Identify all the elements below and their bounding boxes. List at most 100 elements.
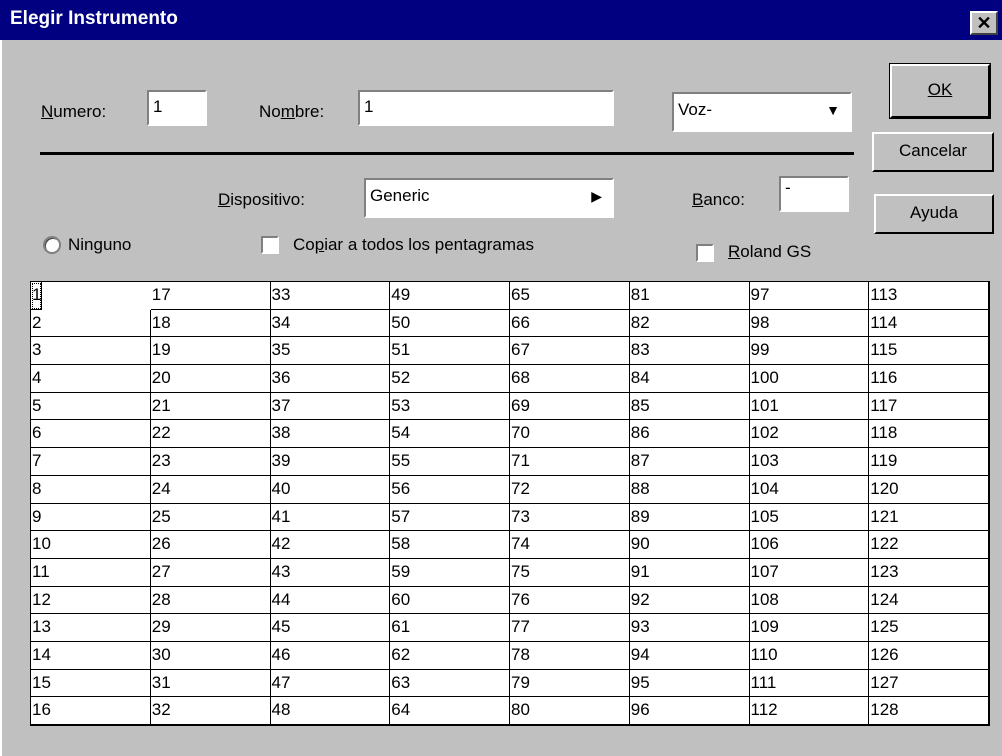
ok-button[interactable]: OK <box>889 63 991 119</box>
instrument-cell[interactable]: 116 <box>869 365 989 393</box>
instrument-cell[interactable]: 126 <box>869 641 989 670</box>
close-button[interactable]: ✕ <box>970 11 998 35</box>
instrument-cell[interactable]: 25 <box>150 503 271 532</box>
banco-input[interactable]: - <box>779 176 849 212</box>
instrument-cell[interactable]: 105 <box>749 503 870 532</box>
instrument-cell[interactable]: 87 <box>629 448 750 476</box>
instrument-cell[interactable]: 99 <box>749 337 870 366</box>
instrument-cell[interactable]: 67 <box>510 337 630 366</box>
instrument-cell[interactable]: 62 <box>390 641 510 670</box>
instrument-cell[interactable]: 11 <box>31 558 151 587</box>
instrument-cell[interactable]: 50 <box>390 309 510 338</box>
roland-checkbox[interactable] <box>696 244 714 262</box>
instrument-cell[interactable]: 6 <box>31 420 151 449</box>
instrument-cell[interactable]: 125 <box>869 614 989 642</box>
instrument-cell[interactable]: 75 <box>510 558 630 587</box>
instrument-cell[interactable]: 33 <box>270 282 391 310</box>
instrument-cell[interactable]: 69 <box>510 392 630 421</box>
instrument-cell[interactable]: 28 <box>150 586 271 615</box>
instrument-cell[interactable]: 43 <box>270 558 391 587</box>
instrument-cell[interactable]: 56 <box>390 475 510 504</box>
instrument-cell[interactable]: 66 <box>510 309 630 338</box>
instrument-cell[interactable]: 53 <box>390 392 510 421</box>
ninguno-radio[interactable] <box>43 236 61 254</box>
instrument-cell[interactable]: 128 <box>869 697 989 725</box>
instrument-cell[interactable]: 71 <box>510 448 630 476</box>
instrument-cell[interactable]: 10 <box>31 531 151 559</box>
instrument-cell[interactable]: 26 <box>150 531 271 559</box>
instrument-cell[interactable]: 59 <box>390 558 510 587</box>
instrument-cell[interactable]: 51 <box>390 337 510 366</box>
instrument-cell[interactable]: 46 <box>270 641 391 670</box>
instrument-cell[interactable]: 18 <box>150 309 271 338</box>
instrument-cell[interactable]: 64 <box>390 697 510 725</box>
instrument-cell[interactable]: 27 <box>150 558 271 587</box>
instrument-cell[interactable]: 63 <box>390 669 510 698</box>
instrument-cell[interactable]: 58 <box>390 531 510 559</box>
instrument-cell[interactable]: 16 <box>31 697 151 725</box>
instrument-cell[interactable]: 124 <box>869 586 989 615</box>
instrument-cell[interactable]: 68 <box>510 365 630 393</box>
instrument-cell[interactable]: 29 <box>150 614 271 642</box>
instrument-cell[interactable]: 91 <box>629 558 750 587</box>
instrument-cell[interactable]: 1 <box>31 282 43 310</box>
instrument-cell[interactable]: 42 <box>270 531 391 559</box>
instrument-cell[interactable]: 17 <box>150 282 271 310</box>
instrument-cell[interactable]: 111 <box>749 669 870 698</box>
instrument-cell[interactable]: 80 <box>510 697 630 725</box>
instrument-cell[interactable]: 5 <box>31 392 151 421</box>
instrument-cell[interactable]: 57 <box>390 503 510 532</box>
instrument-cell[interactable]: 122 <box>869 531 989 559</box>
instrument-cell[interactable]: 115 <box>869 337 989 366</box>
instrument-cell[interactable]: 107 <box>749 558 870 587</box>
instrument-cell[interactable]: 88 <box>629 475 750 504</box>
instrument-cell[interactable]: 21 <box>150 392 271 421</box>
instrument-cell[interactable]: 36 <box>270 365 391 393</box>
instrument-cell[interactable]: 49 <box>390 282 510 310</box>
instrument-cell[interactable]: 104 <box>749 475 870 504</box>
instrument-cell[interactable]: 23 <box>150 448 271 476</box>
instrument-cell[interactable]: 117 <box>869 392 989 421</box>
instrument-cell[interactable]: 83 <box>629 337 750 366</box>
instrument-cell[interactable]: 112 <box>749 697 870 725</box>
instrument-cell[interactable]: 108 <box>749 586 870 615</box>
instrument-cell[interactable]: 24 <box>150 475 271 504</box>
instrument-cell[interactable]: 19 <box>150 337 271 366</box>
instrument-cell[interactable]: 47 <box>270 669 391 698</box>
instrument-cell[interactable]: 106 <box>749 531 870 559</box>
instrument-cell[interactable]: 35 <box>270 337 391 366</box>
instrument-cell[interactable]: 121 <box>869 503 989 532</box>
instrument-cell[interactable]: 85 <box>629 392 750 421</box>
instrument-cell[interactable]: 127 <box>869 669 989 698</box>
instrument-cell[interactable]: 94 <box>629 641 750 670</box>
instrument-cell[interactable]: 78 <box>510 641 630 670</box>
instrument-cell[interactable]: 48 <box>270 697 391 725</box>
nombre-input[interactable]: 1 <box>358 90 614 126</box>
instrument-cell[interactable]: 98 <box>749 309 870 338</box>
instrument-cell[interactable]: 54 <box>390 420 510 449</box>
instrument-cell[interactable]: 92 <box>629 586 750 615</box>
instrument-cell[interactable]: 123 <box>869 558 989 587</box>
instrument-cell[interactable]: 93 <box>629 614 750 642</box>
instrument-cell[interactable]: 55 <box>390 448 510 476</box>
instrument-cell[interactable]: 44 <box>270 586 391 615</box>
instrument-cell[interactable]: 22 <box>150 420 271 449</box>
instrument-cell[interactable]: 65 <box>510 282 630 310</box>
instrument-cell[interactable]: 3 <box>31 337 151 366</box>
instrument-cell[interactable]: 4 <box>31 365 151 393</box>
instrument-cell[interactable]: 41 <box>270 503 391 532</box>
dispositivo-selector[interactable]: Generic ▶ <box>364 178 614 218</box>
instrument-cell[interactable]: 39 <box>270 448 391 476</box>
instrument-cell[interactable]: 77 <box>510 614 630 642</box>
copiar-checkbox[interactable] <box>261 236 279 254</box>
instrument-cell[interactable]: 13 <box>31 614 151 642</box>
instrument-cell[interactable]: 8 <box>31 475 151 504</box>
instrument-cell[interactable]: 100 <box>749 365 870 393</box>
instrument-cell[interactable]: 101 <box>749 392 870 421</box>
instrument-cell[interactable]: 118 <box>869 420 989 449</box>
instrument-cell[interactable]: 113 <box>869 282 989 310</box>
instrument-cell[interactable]: 32 <box>150 697 271 725</box>
instrument-cell[interactable]: 72 <box>510 475 630 504</box>
ayuda-button[interactable]: Ayuda <box>874 194 994 234</box>
instrument-cell[interactable]: 86 <box>629 420 750 449</box>
